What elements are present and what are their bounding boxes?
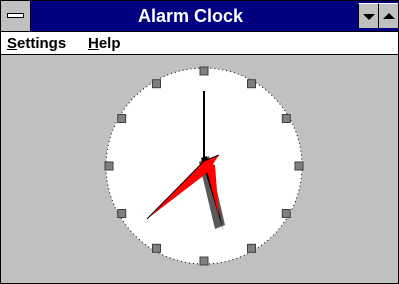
- hour-marker-11: [152, 79, 161, 89]
- hour-marker-4: [281, 209, 291, 218]
- hour-marker-5: [247, 243, 256, 253]
- maximize-button[interactable]: [378, 3, 398, 28]
- system-menu-button[interactable]: [1, 1, 31, 31]
- hour-marker-7: [152, 243, 161, 253]
- hour-marker-9: [104, 161, 114, 171]
- hour-marker-6: [199, 256, 209, 266]
- menu-help-mnemonic: H: [88, 35, 99, 52]
- hour-marker-1: [247, 79, 256, 89]
- window-title: Alarm Clock: [137, 6, 244, 26]
- menu-bar: Settings Help: [1, 32, 398, 55]
- clock-client-area: [1, 55, 398, 283]
- hour-marker-12: [199, 66, 209, 76]
- alarm-clock-window: Alarm Clock Settings Help: [0, 0, 399, 284]
- menu-settings-label: ettings: [17, 35, 67, 52]
- minimize-button[interactable]: [358, 3, 378, 28]
- hour-marker-2: [281, 114, 291, 123]
- menu-help[interactable]: Help: [88, 35, 121, 52]
- menu-settings-mnemonic: S: [7, 35, 18, 52]
- system-menu-icon: [7, 13, 24, 18]
- hour-marker-10: [117, 114, 127, 123]
- hour-marker-8: [117, 209, 127, 218]
- title-bar[interactable]: Alarm Clock: [1, 1, 398, 32]
- minimize-icon: [363, 14, 375, 20]
- maximize-icon: [383, 13, 395, 19]
- menu-settings[interactable]: Settings: [7, 35, 66, 52]
- menu-help-label: elp: [98, 35, 121, 52]
- hour-marker-3: [294, 161, 304, 171]
- analog-clock: [104, 66, 304, 266]
